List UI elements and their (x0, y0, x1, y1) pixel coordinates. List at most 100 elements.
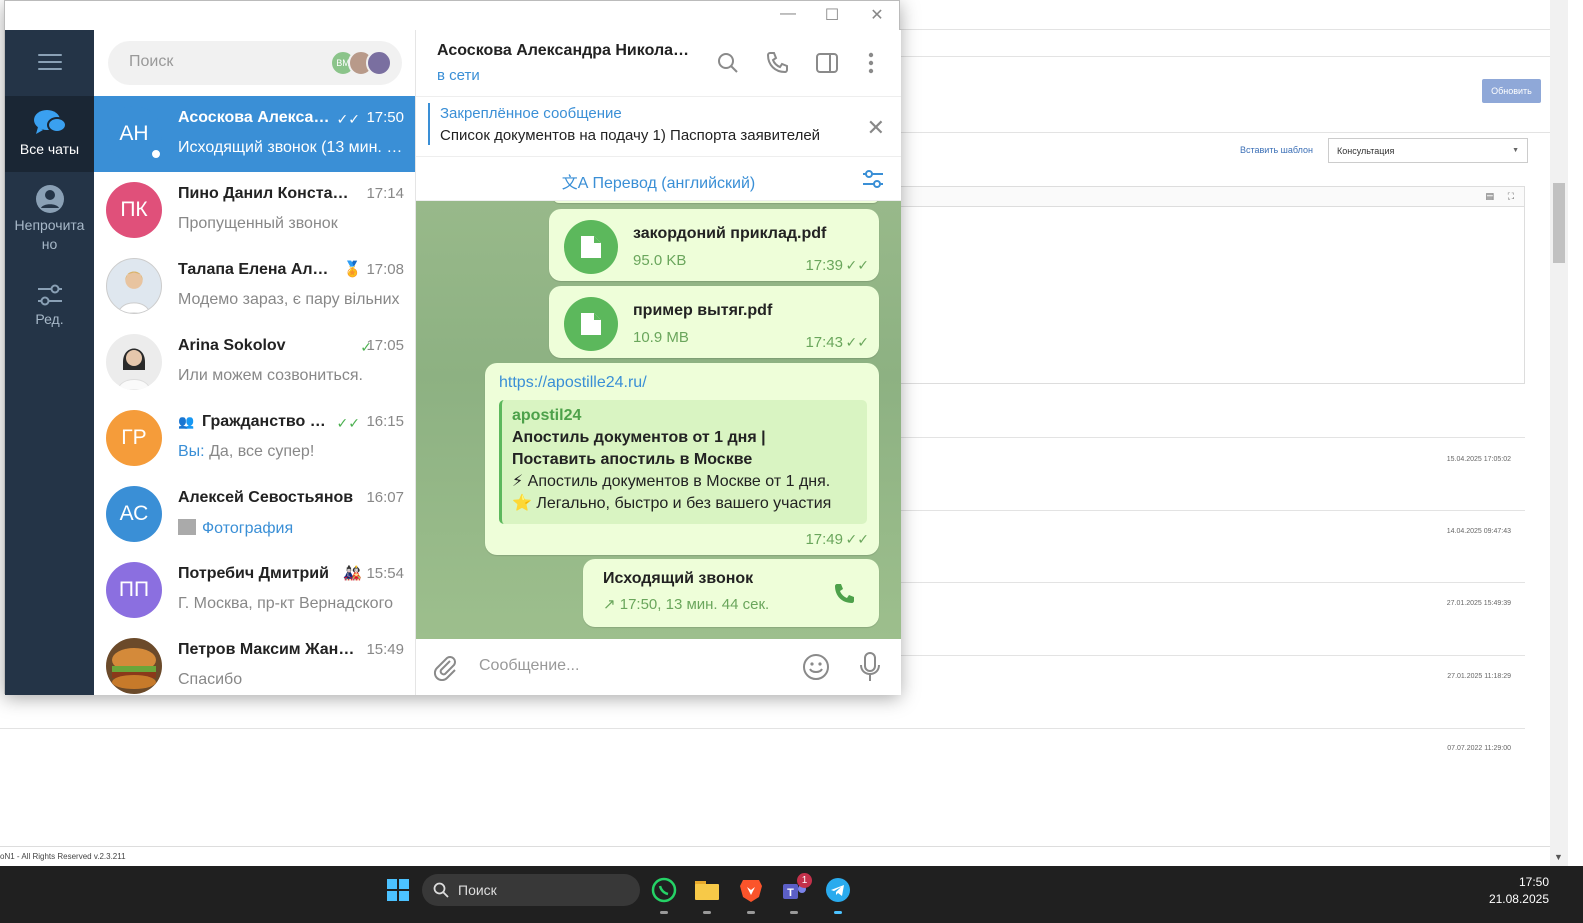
scrollbar-thumb[interactable] (1553, 183, 1565, 263)
chat-item[interactable]: Arina Sokolov ✓ 17:05 Или можем созвонит… (94, 324, 415, 400)
folder-edit[interactable]: Ред. (5, 270, 94, 346)
scroll-down-icon[interactable]: ▼ (1554, 852, 1563, 862)
minimize-icon[interactable]: — (773, 5, 803, 27)
chat-item[interactable]: АС Алексей Севостьянов 16:07 Фотография (94, 476, 415, 552)
chat-item[interactable]: Талапа Елена Александровна 🏅 17:08 Модем… (94, 248, 415, 324)
emoji-icon[interactable] (802, 653, 830, 681)
folder-unread[interactable]: Непрочитано (5, 172, 94, 258)
message-input[interactable]: Сообщение... (479, 657, 579, 675)
file-message[interactable]: пример вытяг.pdf 10.9 MB 17:43 ✓✓ (549, 286, 879, 358)
avatar: ГР (106, 410, 162, 466)
taskbar-clock[interactable]: 17:50 21.08.2025 (1489, 874, 1549, 908)
chat-time: 17:05 (366, 337, 404, 354)
clock-date: 21.08.2025 (1488, 892, 1549, 906)
taskbar-search[interactable]: Поиск (422, 874, 640, 906)
divider (900, 655, 1525, 656)
edit-filters-icon (37, 284, 62, 306)
insert-template-link[interactable]: Вставить шаблон (1240, 145, 1313, 155)
pinned-message[interactable]: Закреплённое сообщение Список документов… (416, 97, 901, 157)
brave-icon[interactable] (737, 876, 765, 914)
chat-name: Талапа Елена Александровна (178, 261, 333, 278)
sticker-emoji-icon: 🎎 (343, 565, 362, 582)
link-message[interactable]: https://apostille24.ru/ apostil24 Апости… (485, 363, 879, 555)
chat-item[interactable]: ГР 👥 Гражданство РФ ✓✓ 16:15 Вы: Да, все… (94, 400, 415, 476)
read-check-icon: ✓✓ (336, 415, 360, 431)
chat-item[interactable]: Петров Максим Жанович 15:49 Спасибо (94, 628, 415, 695)
read-check-icon: ✓✓ (845, 257, 869, 273)
message-area[interactable]: закордоний приклад.pdf 95.0 KB 17:39 ✓✓ … (416, 201, 901, 639)
update-button[interactable]: Обновить (1482, 79, 1541, 103)
chat-name: Arina Sokolov (178, 337, 286, 354)
chevron-down-icon: ▼ (1512, 147, 1519, 154)
page-scrollbar[interactable]: ▼ (1550, 0, 1568, 866)
maximize-icon[interactable]: ☐ (817, 5, 847, 27)
read-check-icon: ✓✓ (845, 334, 869, 350)
folder-label: Все чаты (19, 141, 80, 157)
avatar[interactable] (366, 50, 392, 76)
chat-preview: Спасибо (178, 671, 243, 688)
pinned-title: Закреплённое сообщение (440, 105, 622, 122)
consultation-select[interactable]: Консультация ▼ (1328, 138, 1528, 163)
close-icon[interactable]: ✕ (862, 5, 892, 27)
chat-header[interactable]: Асоскова Александра Николаевна в сети (416, 30, 901, 97)
file-message[interactable]: закордоний приклад.pdf 95.0 KB 17:39 ✓✓ (549, 209, 879, 281)
translate-bar[interactable]: 文A Перевод (английский) (416, 157, 901, 201)
call-message[interactable]: Исходящий звонок ↗ 17:50, 13 мин. 44 сек… (583, 559, 879, 627)
search-recent-avatars: ВМ (330, 50, 392, 76)
sidebar-toggle-icon[interactable] (814, 50, 840, 76)
taskbar-search-label: Поиск (458, 882, 497, 898)
message-link[interactable]: https://apostille24.ru/ (499, 374, 647, 392)
link-preview[interactable]: apostil24 Апостиль документов от 1 дня |… (499, 400, 867, 524)
microphone-icon[interactable] (858, 651, 882, 683)
history-date: 14.04.2025 09:47:43 (1446, 528, 1511, 535)
search-icon[interactable] (715, 50, 741, 76)
chat-preview: Исходящий звонок (13 мин. 44 сек.) (178, 139, 406, 156)
more-options-icon[interactable] (858, 50, 884, 76)
chat-title[interactable]: Асоскова Александра Николаевна (437, 42, 697, 60)
avatar (106, 638, 162, 694)
source-icon[interactable]: ▤ (1485, 191, 1494, 202)
call-title: Исходящий звонок (603, 570, 754, 587)
history-date: 07.07.2022 11:29:00 (1447, 745, 1511, 752)
chat-time: 16:15 (366, 413, 404, 430)
chat-item[interactable]: ПП Потребич Дмитрий 🎎 15:54 Г. Москва, п… (94, 552, 415, 628)
laurel-emoji-icon: 🏅 (343, 261, 362, 278)
preview-sender: Вы: (178, 443, 205, 460)
telegram-window: — ☐ ✕ Все чаты Непрочитано Ред. Поиск ВМ (4, 0, 901, 695)
folder-all-chats[interactable]: Все чаты (5, 96, 94, 172)
file-name: пример вытяг.pdf (633, 302, 773, 319)
settings-sliders-icon[interactable] (861, 167, 885, 191)
file-icon[interactable] (564, 220, 618, 274)
preview-description: ⭐ Легально, быстро и без вашего участия (512, 495, 832, 512)
preview-title: Апостиль документов от 1 дня | (512, 429, 766, 446)
telegram-icon[interactable] (824, 876, 852, 914)
avatar: АС (106, 486, 162, 542)
attach-icon[interactable] (432, 653, 458, 681)
file-icon[interactable] (564, 297, 618, 351)
phone-icon[interactable] (831, 581, 857, 607)
divider (900, 582, 1525, 583)
fullscreen-icon[interactable]: ⛶ (1508, 191, 1514, 202)
windows-start-icon[interactable] (387, 879, 409, 901)
chat-item[interactable]: АН Асоскова Александра Николаевна ✓✓ 17:… (94, 96, 415, 172)
chat-time: 17:08 (366, 261, 404, 278)
file-explorer-icon[interactable] (693, 876, 721, 914)
select-value: Консультация (1337, 146, 1395, 156)
chat-time: 16:07 (366, 489, 404, 506)
phone-icon[interactable] (764, 50, 790, 76)
chat-name: Асоскова Александра Николаевна (178, 109, 333, 126)
menu-icon[interactable] (38, 54, 62, 70)
clock-time: 17:50 (1518, 875, 1549, 889)
chat-item[interactable]: ПК Пино Данил Константинович 17:14 Пропу… (94, 172, 415, 248)
editor-toolbar: ▤ ⛶ (881, 187, 1524, 207)
teams-icon[interactable]: T 1 (780, 873, 812, 914)
divider (900, 132, 1550, 133)
divider (900, 510, 1525, 511)
search-input[interactable]: Поиск ВМ (108, 41, 402, 85)
chat-time: 17:50 (366, 109, 404, 126)
text-editor[interactable]: ▤ ⛶ (880, 186, 1525, 384)
footer: oN1 - All Rights Reserved v.2.3.211 (0, 846, 1568, 866)
whatsapp-icon[interactable] (650, 876, 678, 914)
close-icon[interactable]: ✕ (867, 115, 885, 141)
history-date: 27.01.2025 15:49:39 (1446, 600, 1511, 607)
